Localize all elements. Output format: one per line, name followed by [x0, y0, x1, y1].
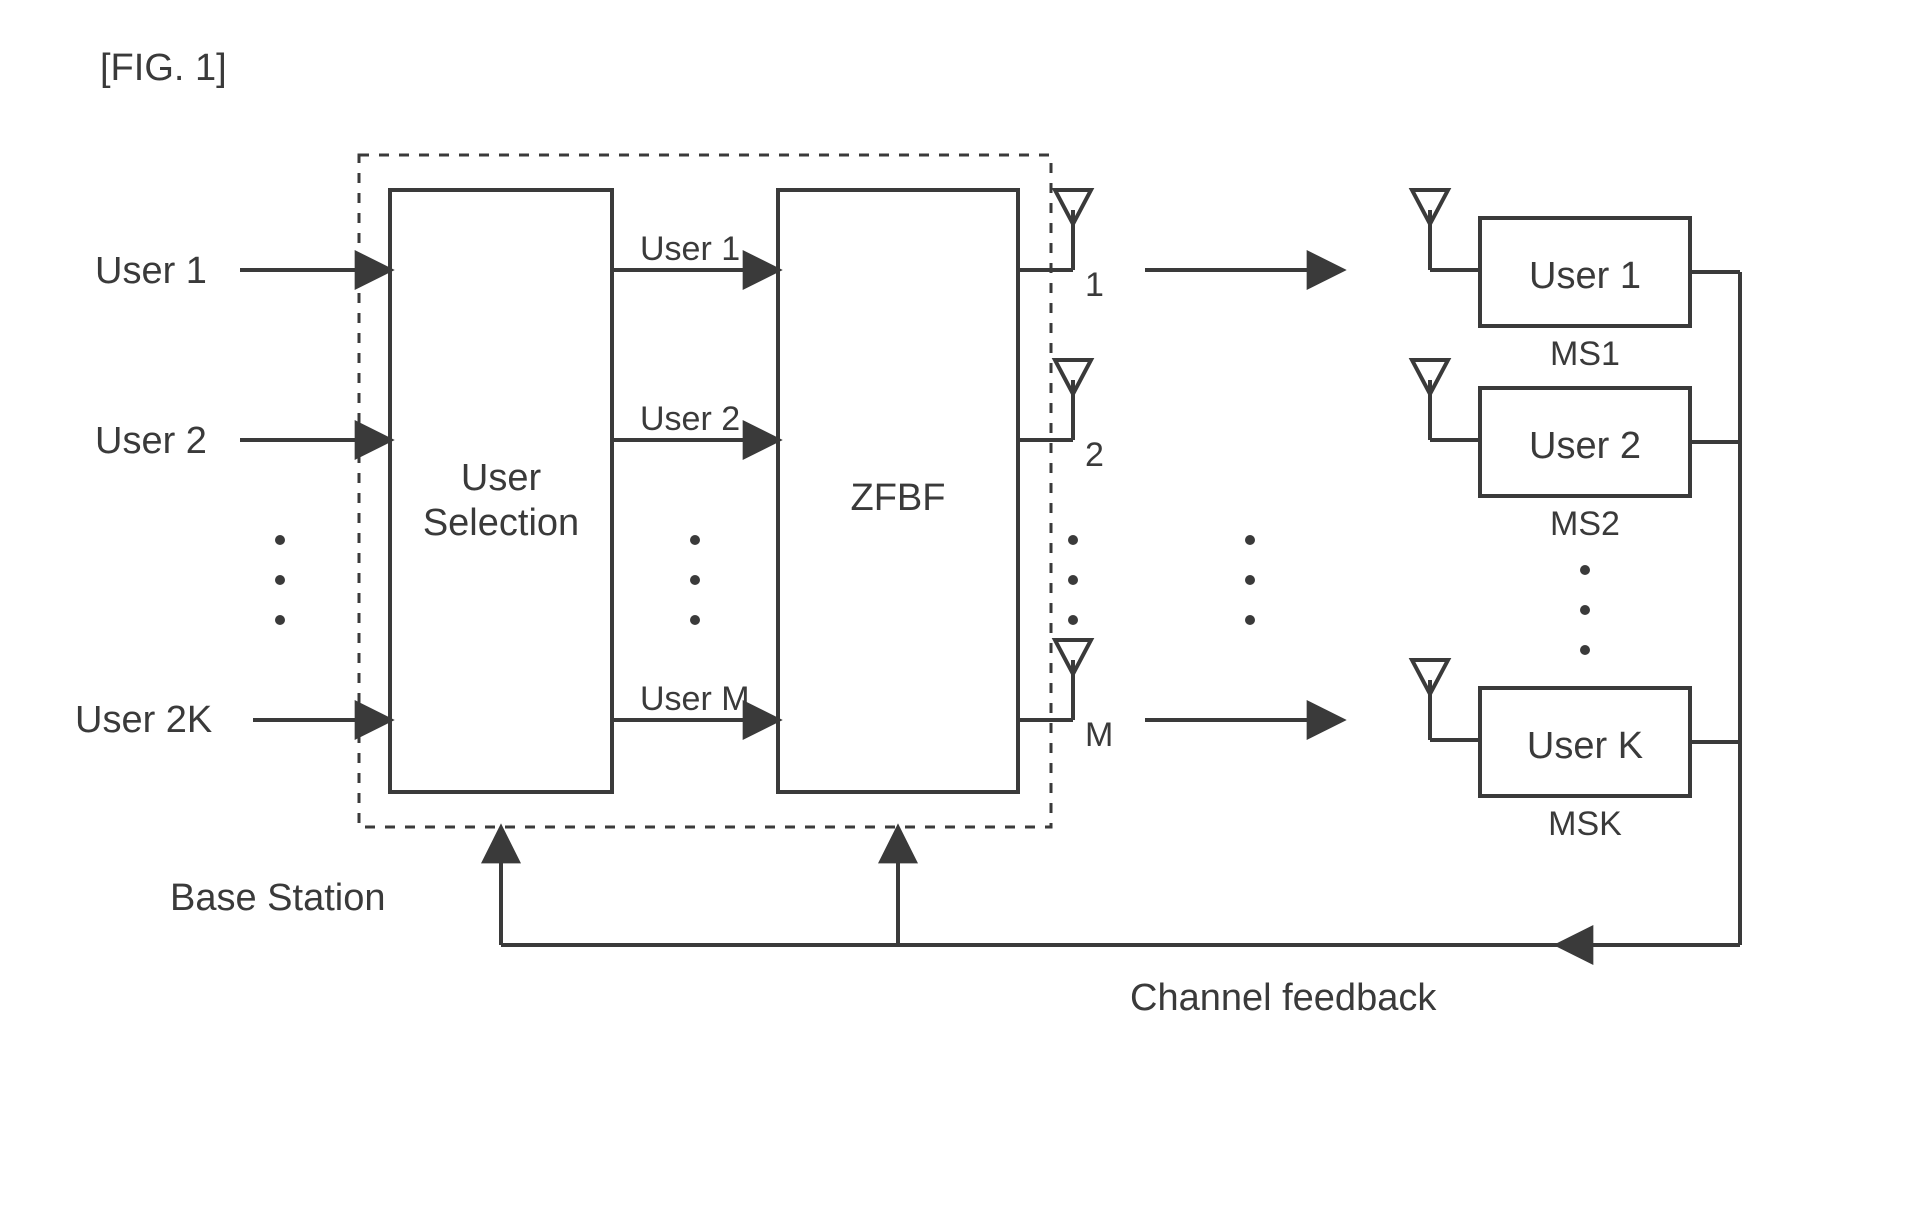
figure-label: [FIG. 1]: [100, 47, 227, 89]
input-user-1-label: User 1: [95, 250, 207, 292]
ms2-rx-antenna: [1412, 360, 1480, 440]
tx-antenna-m: [1018, 640, 1091, 720]
tx-antenna-1-label: 1: [1085, 266, 1104, 304]
tx-antenna-m-label: M: [1085, 716, 1113, 754]
user-selection-label-1: User: [461, 457, 542, 499]
user-selection-label-2: Selection: [423, 502, 579, 544]
msk-label: User K: [1527, 725, 1643, 767]
mid-user-2-label: User 2: [640, 400, 740, 438]
air-vdots: [1245, 535, 1255, 625]
msk-rx-antenna: [1412, 660, 1480, 740]
mid-vdots: [690, 535, 700, 625]
zfbf-label: ZFBF: [851, 477, 946, 519]
input-user-2k-label: User 2K: [75, 699, 212, 741]
ms1-caption: MS1: [1550, 335, 1620, 373]
tx-antenna-2: [1018, 360, 1091, 440]
input-user-2-label: User 2: [95, 420, 207, 462]
ms-vdots: [1580, 565, 1590, 655]
tx-antenna-vdots: [1068, 535, 1078, 625]
input-vdots: [275, 535, 285, 625]
mid-user-1-label: User 1: [640, 230, 740, 268]
ms1-rx-antenna: [1412, 190, 1480, 270]
ms2-caption: MS2: [1550, 505, 1620, 543]
system-diagram: [FIG. 1] User Selection ZFBF User 1 User…: [0, 0, 1915, 1224]
tx-antenna-1: [1018, 190, 1091, 270]
feedback-caption: Channel feedback: [1130, 977, 1437, 1019]
tx-antenna-2-label: 2: [1085, 436, 1104, 474]
msk-caption: MSK: [1548, 805, 1622, 843]
ms2-label: User 2: [1529, 425, 1641, 467]
ms1-label: User 1: [1529, 255, 1641, 297]
mid-user-m-label: User M: [640, 680, 750, 718]
base-station-caption: Base Station: [170, 877, 385, 919]
